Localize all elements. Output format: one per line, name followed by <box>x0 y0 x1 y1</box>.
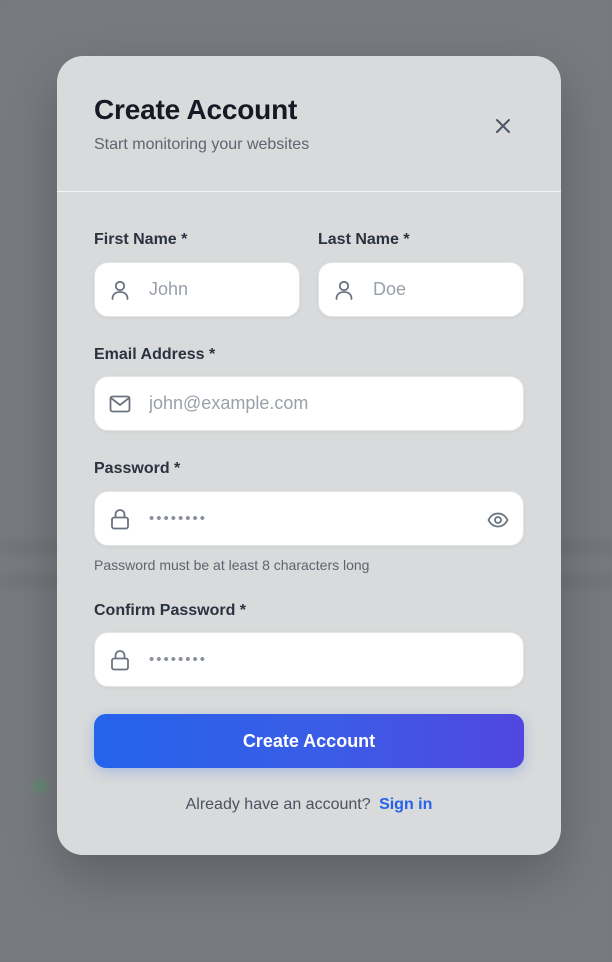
password-input[interactable]: •••••••• <box>149 492 207 545</box>
lock-icon <box>109 649 131 671</box>
email-label: Email Address * <box>94 346 216 363</box>
close-button[interactable] <box>489 112 517 140</box>
modal-subtitle: Start monitoring your websites <box>94 136 310 153</box>
email-field[interactable] <box>94 376 524 431</box>
create-account-modal: Create Account Start monitoring your web… <box>57 56 561 855</box>
mail-icon <box>109 393 131 415</box>
lock-icon <box>109 508 131 530</box>
last-name-input[interactable] <box>373 263 507 316</box>
first-name-input[interactable] <box>149 263 283 316</box>
confirm-password-label: Confirm Password * <box>94 602 247 619</box>
email-input[interactable] <box>149 377 507 430</box>
first-name-label: First Name * <box>94 231 188 248</box>
password-hint: Password must be at least 8 characters l… <box>94 557 370 573</box>
last-name-label: Last Name * <box>318 231 410 248</box>
modal-title: Create Account <box>94 94 298 125</box>
user-icon <box>109 279 131 301</box>
confirm-password-field[interactable]: •••••••• <box>94 632 524 687</box>
password-field[interactable]: •••••••• <box>94 491 524 546</box>
first-name-field[interactable] <box>94 262 300 317</box>
close-icon <box>496 119 510 133</box>
toggle-password-visibility-button[interactable] <box>485 507 511 533</box>
signin-prompt-row: Already have an account? Sign in <box>57 796 561 814</box>
password-label: Password * <box>94 460 181 477</box>
signin-prompt-text: Already have an account? <box>185 796 371 813</box>
modal-header: Create Account Start monitoring your web… <box>57 56 561 192</box>
eye-icon <box>487 512 509 528</box>
confirm-password-input[interactable]: •••••••• <box>149 633 207 686</box>
sign-in-link[interactable]: Sign in <box>379 796 432 813</box>
user-icon <box>333 279 355 301</box>
create-account-button[interactable]: Create Account <box>94 714 524 768</box>
last-name-field[interactable] <box>318 262 524 317</box>
